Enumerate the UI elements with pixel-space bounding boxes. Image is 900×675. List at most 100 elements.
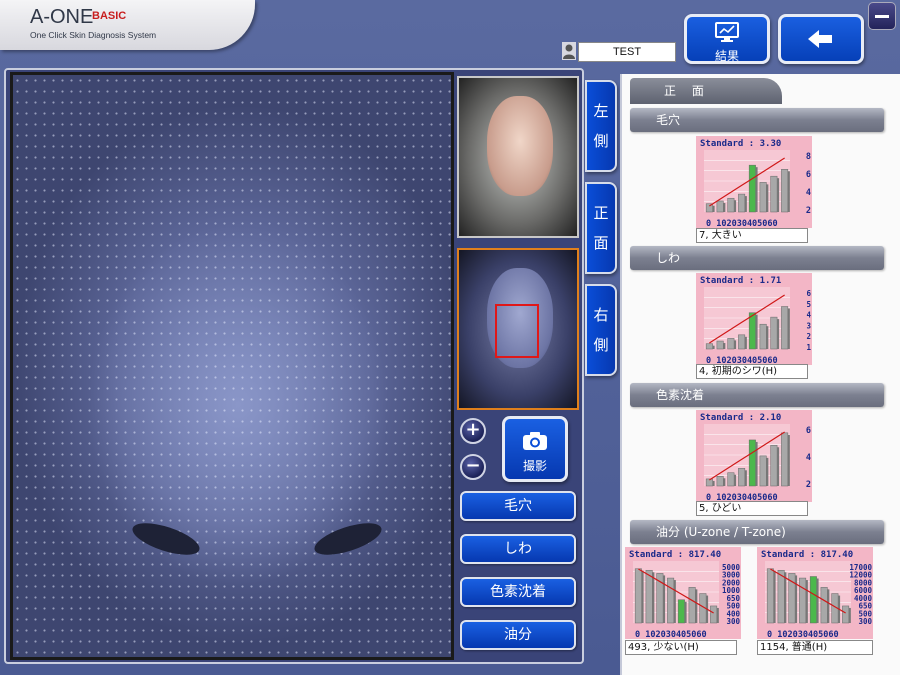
chart-y-tick: 4 [806, 311, 811, 320]
chart-bar [759, 182, 767, 213]
chart-bar [809, 576, 817, 624]
monitor-chart-icon [715, 22, 739, 42]
section-header-wrinkles: しわ [630, 246, 884, 270]
chart-y-tick: 2 [806, 206, 811, 216]
chart-bar [727, 338, 735, 350]
chart-pores: Standard : 3.30 8 6 4 2 0 102030405060 [696, 136, 812, 228]
tab-right-char2: 側 [593, 336, 609, 354]
chart-bar [781, 169, 789, 213]
chart-y-tick: 4 [806, 453, 811, 463]
chart-bar [770, 316, 778, 350]
tab-left-char1: 左 [593, 102, 609, 120]
tab-front[interactable]: 正 面 [585, 182, 617, 274]
chart-y-tick: 300 [858, 617, 872, 626]
chart-bar [716, 340, 724, 350]
face-photo-normal[interactable] [457, 76, 579, 238]
chart-y-tick: 5 [806, 300, 811, 309]
camera-icon [523, 432, 547, 450]
chart-bar [781, 306, 789, 350]
chart-x-ticks: 0 102030405060 [767, 630, 839, 639]
chart-bar [738, 193, 746, 213]
chart-y-tick: 8 [806, 152, 811, 162]
chart-title: Standard : 817.40 [761, 550, 853, 560]
result-button-label: 結果 [714, 49, 739, 63]
back-button[interactable] [778, 14, 864, 64]
face-photo-uv[interactable] [457, 248, 579, 410]
result-pigmentation: 5, ひどい [696, 501, 808, 516]
tab-front-char2: 面 [593, 234, 609, 252]
category-wrinkles-button[interactable]: しわ [460, 534, 576, 564]
chart-bar [716, 476, 724, 487]
logo-title: A-ONE [30, 6, 94, 28]
category-pores-button[interactable]: 毛穴 [460, 491, 576, 521]
chart-bar [727, 472, 735, 487]
user-icon [562, 42, 576, 60]
result-oil-uzone: 493, 少ない(H) [625, 640, 737, 655]
chart-bar [748, 312, 756, 350]
chart-bar [677, 599, 685, 624]
capture-button[interactable]: 撮影 [502, 416, 568, 482]
tab-left-char2: 側 [593, 132, 609, 150]
chart-y-tick: 2 [806, 332, 811, 341]
zoom-in-button[interactable]: + [460, 418, 486, 444]
chart-x-ticks: 0 102030405060 [706, 219, 778, 228]
chart-title: Standard : 1.71 [700, 276, 781, 286]
capture-button-label: 撮影 [522, 459, 547, 473]
chart-bar [748, 164, 756, 213]
chart-bar [820, 587, 828, 624]
chart-y-tick: 4 [806, 188, 811, 198]
chart-bar [705, 343, 713, 350]
category-pigmentation-button[interactable]: 色素沈着 [460, 577, 576, 607]
chart-y-tick: 6 [806, 289, 811, 298]
minimize-button[interactable] [868, 2, 896, 30]
view-tab-front[interactable]: 正 面 [630, 78, 782, 104]
magnified-skin-view [10, 72, 454, 660]
result-wrinkles: 4, 初期のシワ(H) [696, 364, 808, 379]
chart-bar [645, 570, 653, 624]
chart-y-tick: 300 [726, 617, 740, 626]
chart-x-ticks: 0 102030405060 [635, 630, 707, 639]
chart-pigmentation: Standard : 2.10 6 4 2 0 102030405060 [696, 410, 812, 502]
tab-left-side[interactable]: 左 側 [585, 80, 617, 172]
chart-bar [738, 468, 746, 487]
chart-bar [842, 605, 850, 624]
chart-y-tick: 6 [806, 426, 811, 436]
chart-title: Standard : 3.30 [700, 139, 781, 149]
result-button[interactable]: 結果 [684, 14, 770, 64]
tab-front-char1: 正 [593, 204, 609, 222]
tab-right-char1: 右 [593, 306, 609, 324]
chart-bar [710, 605, 718, 624]
chart-bar [759, 323, 767, 350]
chart-y-tick: 3 [806, 321, 811, 330]
chart-bar [748, 439, 756, 487]
user-name-field: TEST [578, 42, 676, 62]
category-oil-button[interactable]: 油分 [460, 620, 576, 650]
section-header-oil: 油分 (U-zone / T-zone) [630, 520, 884, 544]
section-header-pigmentation: 色素沈着 [630, 383, 884, 407]
chart-y-tick: 6 [806, 170, 811, 180]
chart-bar [770, 175, 778, 213]
chart-bar [688, 587, 696, 624]
chart-y-tick: 2 [806, 480, 811, 490]
logo-edition: BASIC [92, 10, 127, 22]
result-oil-tzone: 1154, 普通(H) [757, 640, 873, 655]
zoom-out-button[interactable]: − [460, 454, 486, 480]
chart-bar [766, 568, 774, 624]
chart-title: Standard : 817.40 [629, 550, 721, 560]
logo-subtitle: One Click Skin Diagnosis System [30, 30, 157, 40]
tab-right-side[interactable]: 右 側 [585, 284, 617, 376]
chart-bar [781, 432, 789, 487]
chart-bar [799, 577, 807, 624]
chart-bar [634, 568, 642, 624]
chart-bar [727, 197, 735, 213]
arrow-left-icon [808, 30, 832, 48]
chart-bar [738, 334, 746, 350]
minimize-icon [875, 15, 889, 18]
chart-bar [777, 570, 785, 624]
region-of-interest-box [495, 304, 539, 358]
chart-bar [667, 577, 675, 624]
chart-bar [759, 455, 767, 487]
result-pores: 7, 大きい [696, 228, 808, 243]
chart-oil-uzone: Standard : 817.40 5000 3000 2000 1000 650 500 4… [625, 547, 741, 639]
chart-y-tick: 1 [806, 343, 811, 352]
